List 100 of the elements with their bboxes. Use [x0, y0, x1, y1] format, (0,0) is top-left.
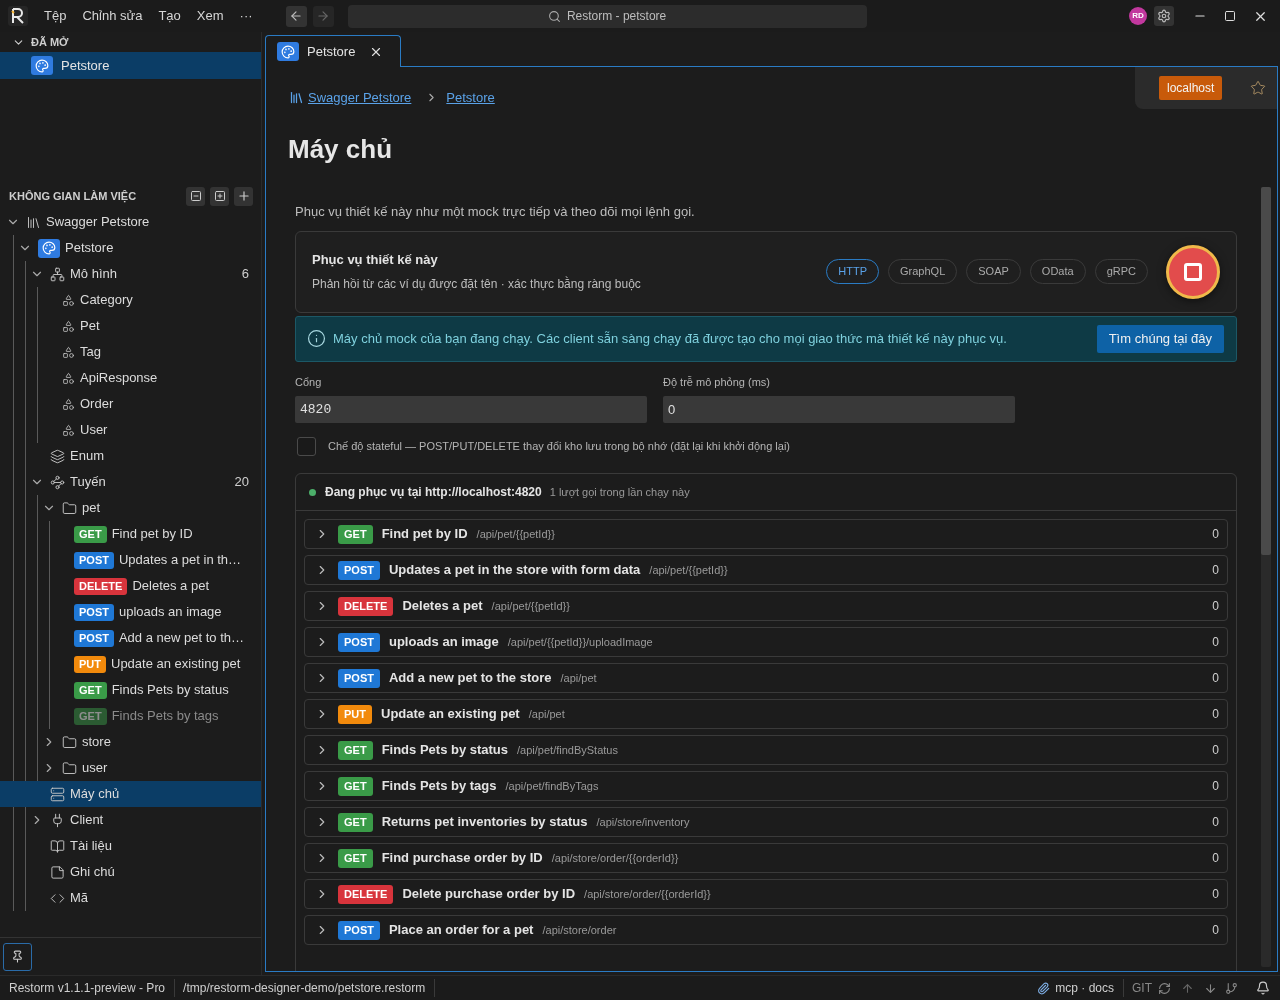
settings-button[interactable]: [1154, 6, 1174, 26]
request-row[interactable]: POST Place an order for a pet /api/store/order 0: [304, 915, 1228, 945]
field-label: Độ trễ mô phỏng (ms): [663, 374, 771, 390]
tree-item[interactable]: Tuyến 20: [0, 469, 261, 495]
request-row[interactable]: POST Add a new pet to the store /api/pet 0: [304, 663, 1228, 693]
tree-item[interactable]: Máy chủ: [0, 781, 261, 807]
request-title: Find purchase order by ID: [381, 849, 543, 868]
palette-icon: [38, 238, 60, 258]
tree-item[interactable]: Mô hình 6: [0, 261, 261, 287]
request-count: 0: [1212, 670, 1219, 687]
method-badge: GET: [74, 681, 107, 699]
star-icon[interactable]: [1250, 80, 1267, 96]
tree-item[interactable]: Order: [0, 391, 261, 417]
description-text: Phục vụ thiết kế này như một mock trực tiếp và theo dõi mọi lệnh gọi.: [295, 203, 696, 220]
open-item[interactable]: Petstore: [0, 52, 261, 79]
pin-icon: [11, 950, 24, 963]
folder-icon: [62, 760, 77, 776]
request-title: Delete purchase order by ID: [402, 885, 576, 904]
checkbox[interactable]: [297, 437, 316, 456]
tree-item[interactable]: Ghi chú: [0, 859, 261, 885]
tree-item[interactable]: Tag: [0, 339, 261, 365]
tree-item[interactable]: pet: [0, 495, 261, 521]
stop-button[interactable]: [1166, 244, 1220, 299]
maximize-icon: [1224, 10, 1236, 22]
user-avatar[interactable]: RD: [1129, 7, 1147, 25]
input-field[interactable]: 4820: [295, 396, 647, 423]
tree-item[interactable]: Tài liệu: [0, 833, 261, 859]
arrow-down-icon[interactable]: [1204, 981, 1217, 995]
menu-item[interactable]: Xem: [196, 6, 224, 26]
find-clients-button[interactable]: Tìm chúng tại đây: [1096, 324, 1224, 353]
request-path: /api/pet: [528, 706, 566, 722]
request-row[interactable]: DELETE Delete purchase order by ID /api/store/order/{{orderId}} 0: [304, 879, 1228, 909]
route-item[interactable]: POST Add a new pet to th…: [0, 625, 261, 651]
tree-item[interactable]: Category: [0, 287, 261, 313]
arrow-up-icon[interactable]: [1181, 981, 1194, 995]
request-row[interactable]: DELETE Deletes a pet /api/pet/{{petId}} 0: [304, 591, 1228, 621]
breadcrumb-link[interactable]: Swagger Petstore: [308, 88, 412, 108]
editor-tab[interactable]: Petstore: [265, 35, 401, 67]
collapse-all-button[interactable]: [186, 186, 205, 206]
route-item[interactable]: PUT Update an existing pet: [0, 651, 261, 677]
tree-item[interactable]: Enum: [0, 443, 261, 469]
request-row[interactable]: GET Find purchase order by ID /api/store/order/{{orderId}} 0: [304, 843, 1228, 873]
route-item[interactable]: GET Find pet by ID: [0, 521, 261, 547]
request-row[interactable]: POST uploads an image /api/pet/{{petId}}/uploadImage 0: [304, 627, 1228, 657]
tree-item[interactable]: Mã: [0, 885, 261, 911]
tree-item[interactable]: Pet: [0, 313, 261, 339]
back-icon: [289, 9, 304, 23]
request-path: /api/pet/{{petId}}: [649, 562, 729, 578]
request-row[interactable]: GET Find pet by ID /api/pet/{{petId}} 0: [304, 519, 1228, 549]
mcp-docs-link[interactable]: mcp · docs: [1055, 979, 1124, 997]
request-path: /api/pet/{{petId}}/uploadImage: [507, 634, 654, 650]
section-header[interactable]: ĐÃ MỞ: [0, 32, 261, 52]
request-path: /api/store/order: [542, 922, 618, 938]
search-field[interactable]: Restorm - petstore: [347, 4, 867, 28]
paperclip-icon: [1037, 981, 1051, 995]
shapes-icon: [62, 371, 75, 385]
menu-item[interactable]: Tệp: [44, 6, 67, 26]
tree-item[interactable]: Petstore: [0, 235, 261, 261]
route-item[interactable]: POST Updates a pet in th…: [0, 547, 261, 573]
tree-item[interactable]: Swagger Petstore: [0, 209, 261, 235]
file-path-text: /tmp/restorm-designer-demo/petstore.restorm: [175, 979, 436, 997]
environment-tag[interactable]: localhost: [1159, 76, 1223, 100]
menu-item[interactable]: ···: [239, 6, 253, 26]
refresh-icon[interactable]: [1158, 981, 1171, 995]
request-row[interactable]: GET Finds Pets by status /api/pet/findByStatus 0: [304, 735, 1228, 765]
breadcrumb-link[interactable]: Petstore: [446, 88, 495, 108]
back-button[interactable]: [285, 5, 307, 27]
request-count: 0: [1212, 742, 1219, 759]
menu-item[interactable]: Tạo: [158, 6, 181, 26]
bell-icon[interactable]: [1256, 981, 1270, 995]
call-count-text: 1 lượt gọi trong lần chạy này: [549, 484, 690, 500]
add-button[interactable]: [234, 186, 253, 206]
tree-item[interactable]: Client: [0, 807, 261, 833]
method-badge: PUT: [338, 704, 372, 724]
palette-icon: [31, 56, 53, 75]
branch-icon[interactable]: [1225, 981, 1238, 995]
request-title: Finds Pets by status: [381, 741, 509, 760]
route-item[interactable]: POST uploads an image: [0, 599, 261, 625]
route-item[interactable]: DELETE Deletes a pet: [0, 573, 261, 599]
tree-item[interactable]: User: [0, 417, 261, 443]
request-row[interactable]: GET Finds Pets by tags /api/pet/findByTags 0: [304, 771, 1228, 801]
menu-item[interactable]: Chỉnh sửa: [82, 6, 143, 26]
method-badge: POST: [74, 629, 114, 647]
expand-all-button[interactable]: [210, 186, 229, 206]
request-row[interactable]: GET Returns pet inventories by status /api/store/inventory 0: [304, 807, 1228, 837]
pin-button[interactable]: [3, 942, 32, 971]
tree-item[interactable]: user: [0, 755, 261, 781]
scrollbar[interactable]: [1261, 186, 1271, 967]
route-item[interactable]: GET Finds Pets by status: [0, 677, 261, 703]
request-row[interactable]: PUT Update an existing pet /api/pet 0: [304, 699, 1228, 729]
settings-icon: [1157, 9, 1171, 23]
palette-icon: [277, 42, 299, 61]
request-row[interactable]: POST Updates a pet in the store with form data /api/pet/{{petId}} 0: [304, 555, 1228, 585]
tree-item[interactable]: ApiResponse: [0, 365, 261, 391]
tree-item[interactable]: store: [0, 729, 261, 755]
shapes-icon: [62, 423, 75, 437]
input-field[interactable]: 0: [663, 396, 1015, 423]
plus-icon: [236, 189, 251, 203]
layers-icon: [50, 448, 65, 464]
method-badge: GET: [338, 740, 373, 760]
